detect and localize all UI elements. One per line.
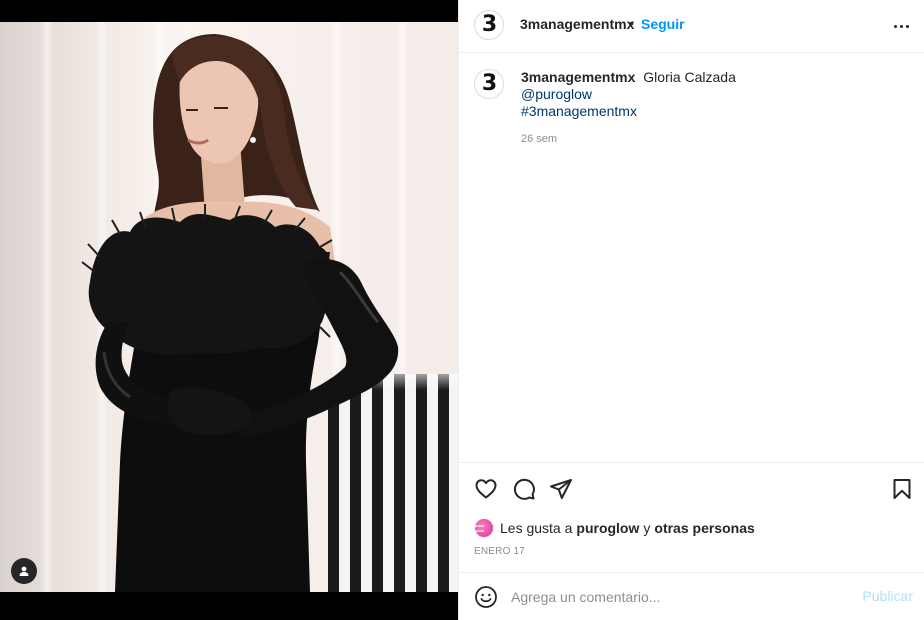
caption-timestamp[interactable]: 26 sem — [521, 133, 557, 145]
user-tag-button[interactable] — [11, 558, 37, 584]
more-horizontal-icon — [893, 24, 897, 28]
smiley-icon — [475, 586, 497, 608]
post-header: 3 3managementmx • Seguir — [459, 0, 924, 53]
heart-icon — [475, 479, 497, 499]
save-button[interactable] — [890, 477, 914, 501]
likes-summary: puro glow Les gusta a puroglow y otras p… — [474, 518, 759, 538]
post-media — [0, 0, 458, 620]
like-button[interactable] — [474, 477, 498, 501]
post-date[interactable]: ENERO 17 — [474, 546, 525, 557]
follow-button[interactable]: Seguir — [641, 16, 685, 32]
caption-body: Gloria Calzada — [643, 69, 736, 85]
user-tag-icon — [19, 566, 29, 576]
post-actions: puro glow Les gusta a puroglow y otras p… — [459, 462, 924, 572]
avatar-letter: 3 — [481, 71, 497, 96]
comment-bar: Publicar — [459, 572, 924, 620]
post-side-panel: 3 3managementmx • Seguir 3 3managementmx… — [458, 0, 924, 620]
avatar-letter: 3 — [481, 12, 497, 37]
comment-icon — [513, 478, 535, 500]
bookmark-icon — [893, 479, 911, 499]
more-options-button[interactable] — [889, 14, 913, 38]
liker-username[interactable]: puroglow — [576, 520, 639, 536]
author-username[interactable]: 3managementmx — [520, 16, 634, 32]
mention-link[interactable]: @puroglow — [521, 86, 911, 103]
likes-prefix: Les gusta a — [500, 520, 573, 536]
caption-username[interactable]: 3managementmx — [521, 69, 635, 85]
emoji-button[interactable] — [474, 585, 498, 609]
post-photo[interactable] — [0, 22, 458, 592]
liker-avatar-text: puro glow — [475, 523, 485, 533]
more-dot — [899, 24, 903, 28]
likes-conjunction: y — [643, 520, 651, 536]
caption-text: 3managementmx Gloria Calzada @puroglow #… — [521, 69, 911, 120]
share-button[interactable] — [549, 477, 573, 501]
model-figure — [81, 34, 399, 592]
more-dot — [905, 24, 909, 28]
send-icon — [550, 479, 572, 499]
hashtag-link[interactable]: #3managementmx — [521, 103, 911, 120]
publish-button[interactable]: Publicar — [862, 588, 913, 604]
comment-button[interactable] — [512, 477, 536, 501]
comment-input[interactable] — [511, 585, 851, 609]
others-link[interactable]: otras personas — [654, 520, 754, 536]
liker-avatar[interactable]: puro glow — [474, 518, 494, 538]
caption-avatar[interactable]: 3 — [474, 69, 504, 99]
separator-dot: • — [629, 15, 634, 31]
author-avatar[interactable]: 3 — [474, 10, 504, 40]
